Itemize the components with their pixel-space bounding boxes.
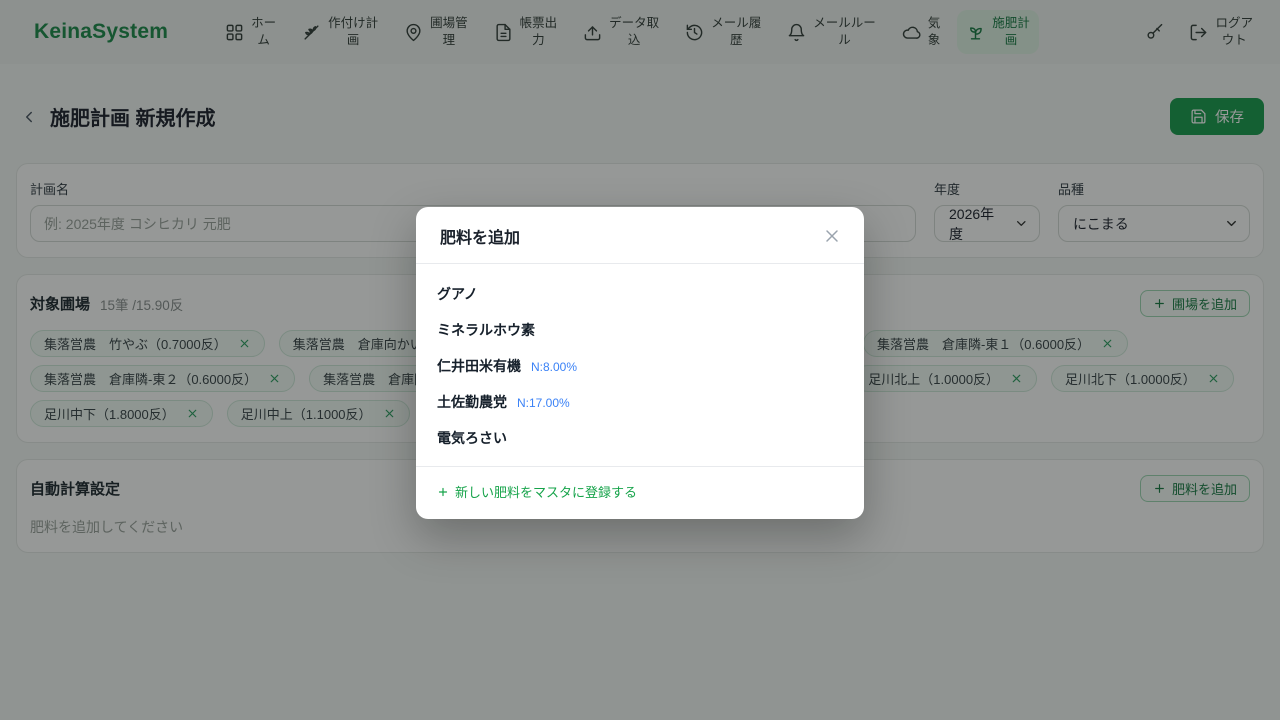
register-new-fertilizer-label: 新しい肥料をマスタに登録する <box>455 482 637 501</box>
fertilizer-n-value: N:8.00% <box>531 360 577 374</box>
fertilizer-name: 電気ろさい <box>437 428 507 448</box>
fertilizer-name: 土佐勤農党 <box>437 392 507 412</box>
fertilizer-list: グアノ ミネラルホウ素 仁井田米有機 N:8.00% 土佐勤農党 N:17.00… <box>416 264 864 466</box>
add-fertilizer-modal: 肥料を追加 グアノ ミネラルホウ素 仁井田米有機 N:8.00% 土佐勤農党 N… <box>416 207 864 519</box>
fertilizer-name: ミネラルホウ素 <box>437 320 535 340</box>
plus-icon <box>437 486 449 498</box>
fertilizer-list-item[interactable]: 仁井田米有機 N:8.00% <box>416 348 864 384</box>
fertilizer-name: グアノ <box>437 284 478 304</box>
fertilizer-name: 仁井田米有機 <box>437 356 521 376</box>
modal-close-button[interactable] <box>822 226 842 246</box>
modal-title: 肥料を追加 <box>440 224 520 248</box>
register-new-fertilizer-link[interactable]: 新しい肥料をマスタに登録する <box>437 482 843 501</box>
fertilizer-list-item[interactable]: ミネラルホウ素 <box>416 312 864 348</box>
fertilizer-list-item[interactable]: 電気ろさい <box>416 420 864 456</box>
fertilizer-list-item[interactable]: グアノ <box>416 276 864 312</box>
x-icon <box>822 226 842 246</box>
fertilizer-n-value: N:17.00% <box>517 396 570 410</box>
fertilizer-list-item[interactable]: 土佐勤農党 N:17.00% <box>416 384 864 420</box>
